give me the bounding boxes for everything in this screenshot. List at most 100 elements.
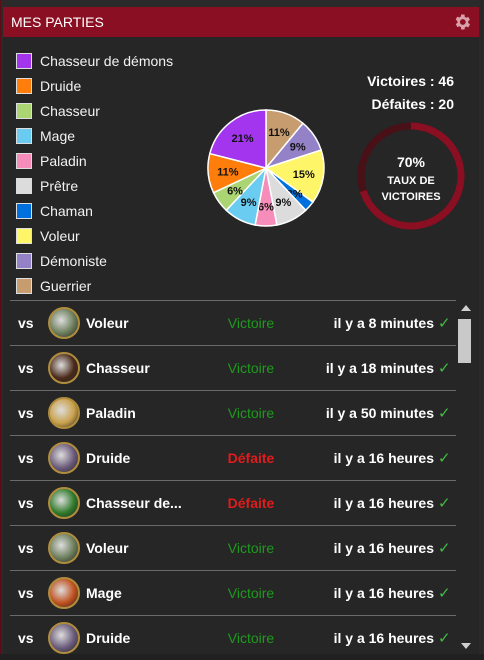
opponent-class: Chasseur de... [86, 495, 182, 511]
match-row[interactable]: vs Mage Victoire il y a 16 heures ✓ [10, 570, 456, 615]
legend-item: Prêtre [16, 173, 173, 198]
vs-label: vs [18, 405, 34, 421]
losses-count: Défaites : 20 [371, 96, 454, 112]
match-time: il y a 16 heures [333, 540, 434, 556]
check-icon: ✓ [438, 495, 451, 512]
opponent-class: Voleur [86, 540, 129, 556]
legend-swatch [16, 252, 32, 269]
legend-swatch [16, 77, 32, 94]
check-icon: ✓ [438, 360, 451, 377]
scroll-up-arrow-icon[interactable] [461, 305, 471, 311]
match-result: Victoire [227, 360, 275, 376]
match-time: il y a 8 minutes [333, 315, 434, 331]
match-time: il y a 16 heures [333, 585, 434, 601]
match-result: Victoire [227, 540, 275, 556]
check-icon: ✓ [438, 405, 451, 422]
pie-slice-label: 6% [258, 201, 274, 213]
winrate-label-2: VICTOIRES [381, 191, 441, 203]
match-row[interactable]: vs Voleur Victoire il y a 8 minutes ✓ [10, 300, 456, 345]
pie-slice-label: 9% [290, 141, 306, 153]
pie-svg: 11%9%15%3%9%6%9%6%11%21% [207, 109, 325, 227]
scrollbar-thumb[interactable] [458, 319, 471, 363]
legend-item: Paladin [16, 148, 173, 173]
gear-icon[interactable] [451, 11, 473, 33]
class-pie-chart: 11% 9% 15% 3% 9% 6% 9% 6% 11% 21% [206, 108, 326, 228]
scrollbar[interactable] [456, 305, 474, 654]
pie-slice-label: 9% [241, 197, 257, 209]
legend-swatch [16, 202, 32, 219]
legend-swatch [16, 52, 32, 69]
match-time: il y a 16 heures [333, 450, 434, 466]
legend-label: Chaman [40, 202, 93, 219]
check-icon: ✓ [438, 540, 451, 557]
vs-label: vs [18, 540, 34, 556]
match-row[interactable]: vs Voleur Victoire il y a 16 heures ✓ [10, 525, 456, 570]
scroll-down-arrow-icon[interactable] [461, 643, 471, 649]
opponent-class: Mage [86, 585, 122, 601]
pie-slice-label: 11% [268, 127, 290, 139]
opponent-class: Voleur [86, 315, 129, 331]
vs-label: vs [18, 585, 34, 601]
match-result: Victoire [227, 405, 275, 421]
match-time: il y a 50 minutes [325, 405, 434, 421]
match-time: il y a 16 heures [333, 495, 434, 511]
match-row[interactable]: vs Druide Défaite il y a 16 heures ✓ [10, 435, 456, 480]
legend-item: Chaman [16, 198, 173, 223]
legend-item: Voleur [16, 223, 173, 248]
legend-label: Chasseur [40, 102, 100, 119]
class-avatar-icon [48, 487, 80, 519]
wins-count: Victoires : 46 [367, 73, 454, 89]
match-result: Défaite [227, 495, 275, 511]
winrate-label-1: TAUX DE [387, 175, 435, 187]
legend-item: Guerrier [16, 273, 173, 298]
legend-label: Mage [40, 127, 76, 144]
legend-swatch [16, 227, 32, 244]
match-row[interactable]: vs Paladin Victoire il y a 50 minutes ✓ [10, 390, 456, 435]
legend-label: Prêtre [40, 177, 79, 194]
window: MES PARTIES Chasseur de démons Druide Chas… [0, 0, 484, 654]
match-result: Défaite [227, 450, 275, 466]
legend-label: Chasseur de démons [40, 52, 174, 69]
check-icon: ✓ [438, 450, 451, 467]
vs-label: vs [18, 450, 34, 466]
pie-slice-label: 9% [275, 197, 291, 209]
vs-label: vs [18, 495, 34, 511]
class-avatar-icon [48, 307, 80, 339]
winrate-percent: 70% [396, 154, 426, 170]
match-row[interactable]: vs Chasseur de... Défaite il y a 16 heur… [10, 480, 456, 525]
pie-slice-label: 11% [217, 167, 239, 179]
check-icon: ✓ [438, 585, 451, 602]
legend-item: Chasseur [16, 98, 173, 123]
winrate-text: 70% TAUX DE VICTOIRES [355, 154, 467, 205]
class-avatar-icon [48, 352, 80, 384]
panel-title: MES PARTIES [11, 14, 104, 30]
legend-swatch [16, 152, 32, 169]
opponent-class: Druide [86, 450, 131, 466]
legend-swatch [16, 102, 32, 119]
opponent-class: Paladin [86, 405, 136, 421]
legend-item: Druide [16, 73, 173, 98]
vs-label: vs [18, 630, 34, 646]
match-row[interactable]: vs Druide Victoire il y a 16 heures ✓ [10, 615, 456, 660]
legend-label: Druide [40, 77, 82, 94]
class-avatar-icon [48, 577, 80, 609]
match-time: il y a 16 heures [333, 630, 434, 646]
class-avatar-icon [48, 397, 80, 429]
vs-label: vs [18, 360, 34, 376]
legend-item: Chasseur de démons [16, 48, 173, 73]
legend-label: Démoniste [40, 252, 107, 269]
pie-slice-label: 6% [227, 186, 243, 198]
legend-label: Paladin [40, 152, 87, 169]
pie-slice-label: 21% [232, 133, 254, 145]
legend-item: Démoniste [16, 248, 173, 273]
match-row[interactable]: vs Chasseur Victoire il y a 18 minutes ✓ [10, 345, 456, 390]
check-icon: ✓ [438, 630, 451, 647]
title-bar: MES PARTIES [3, 7, 479, 37]
legend-swatch [16, 127, 32, 144]
legend-label: Voleur [40, 227, 80, 244]
match-result: Victoire [227, 585, 275, 601]
vs-label: vs [18, 315, 34, 331]
match-result: Victoire [227, 630, 275, 646]
opponent-class: Druide [86, 630, 131, 646]
match-list: vs Voleur Victoire il y a 8 minutes ✓ vs… [10, 300, 456, 660]
